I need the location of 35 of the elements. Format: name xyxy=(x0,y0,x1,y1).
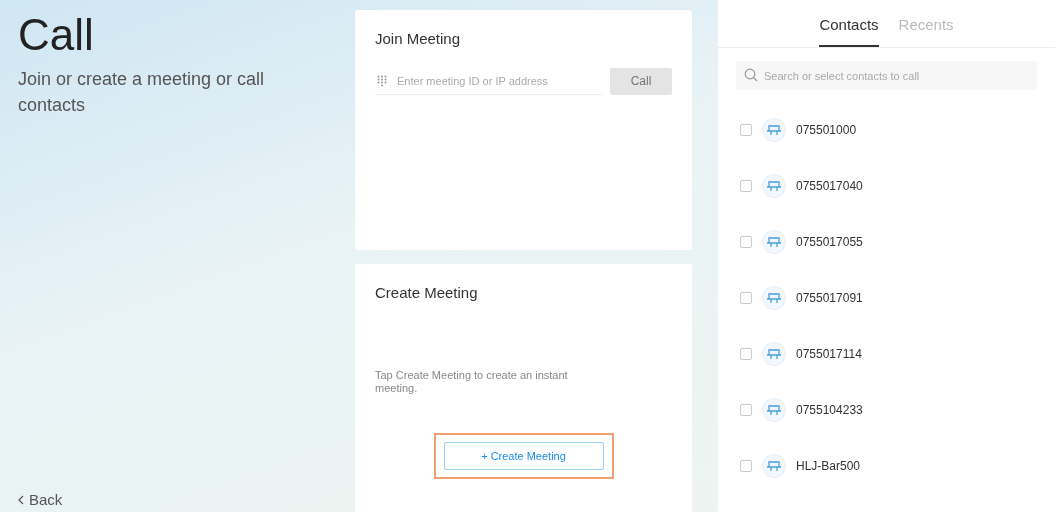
checkbox[interactable] xyxy=(740,180,752,192)
contact-name: 0755017055 xyxy=(796,235,863,249)
tab[interactable]: Recents xyxy=(898,16,954,47)
room-device-icon xyxy=(762,398,786,422)
contact-name: 0755017114 xyxy=(796,347,862,361)
contact-name: 0755104233 xyxy=(796,403,863,417)
card-title: Create Meeting xyxy=(375,284,479,301)
create-meeting-button[interactable]: + Create Meeting xyxy=(443,442,604,470)
chevron-left-icon xyxy=(18,494,24,505)
contact-name: 0755017040 xyxy=(796,179,863,193)
room-device-icon xyxy=(762,286,786,310)
room-device-icon xyxy=(762,342,786,366)
search-field[interactable]: Search or select contacts to call xyxy=(736,61,1037,90)
card-title: Join Meeting xyxy=(375,30,462,47)
room-device-icon xyxy=(762,230,786,254)
checkbox[interactable] xyxy=(740,236,752,248)
page-title: Call xyxy=(18,10,95,60)
room-device-icon xyxy=(762,118,786,142)
hint-text: Tap Create Meeting to create an instant meeting. xyxy=(375,369,569,395)
contact-name: HLJ-Bar500 xyxy=(796,459,861,473)
contact-name: 075501000 xyxy=(796,123,857,137)
checkbox[interactable] xyxy=(740,348,752,360)
meeting-id-field[interactable]: Enter meeting ID or IP address xyxy=(375,67,602,95)
search-icon xyxy=(744,68,758,82)
dialpad-icon xyxy=(377,75,387,87)
checkbox[interactable] xyxy=(740,404,752,416)
back-button[interactable]: Back xyxy=(29,491,63,508)
page-subtitle: Join or create a meeting or call contacts xyxy=(18,68,266,117)
checkbox[interactable] xyxy=(740,124,752,136)
checkbox[interactable] xyxy=(740,292,752,304)
checkbox[interactable] xyxy=(740,460,752,472)
room-device-icon xyxy=(762,454,786,478)
tab[interactable]: Contacts xyxy=(819,16,879,47)
contact-name: 0755017091 xyxy=(796,291,863,305)
room-device-icon xyxy=(762,174,786,198)
